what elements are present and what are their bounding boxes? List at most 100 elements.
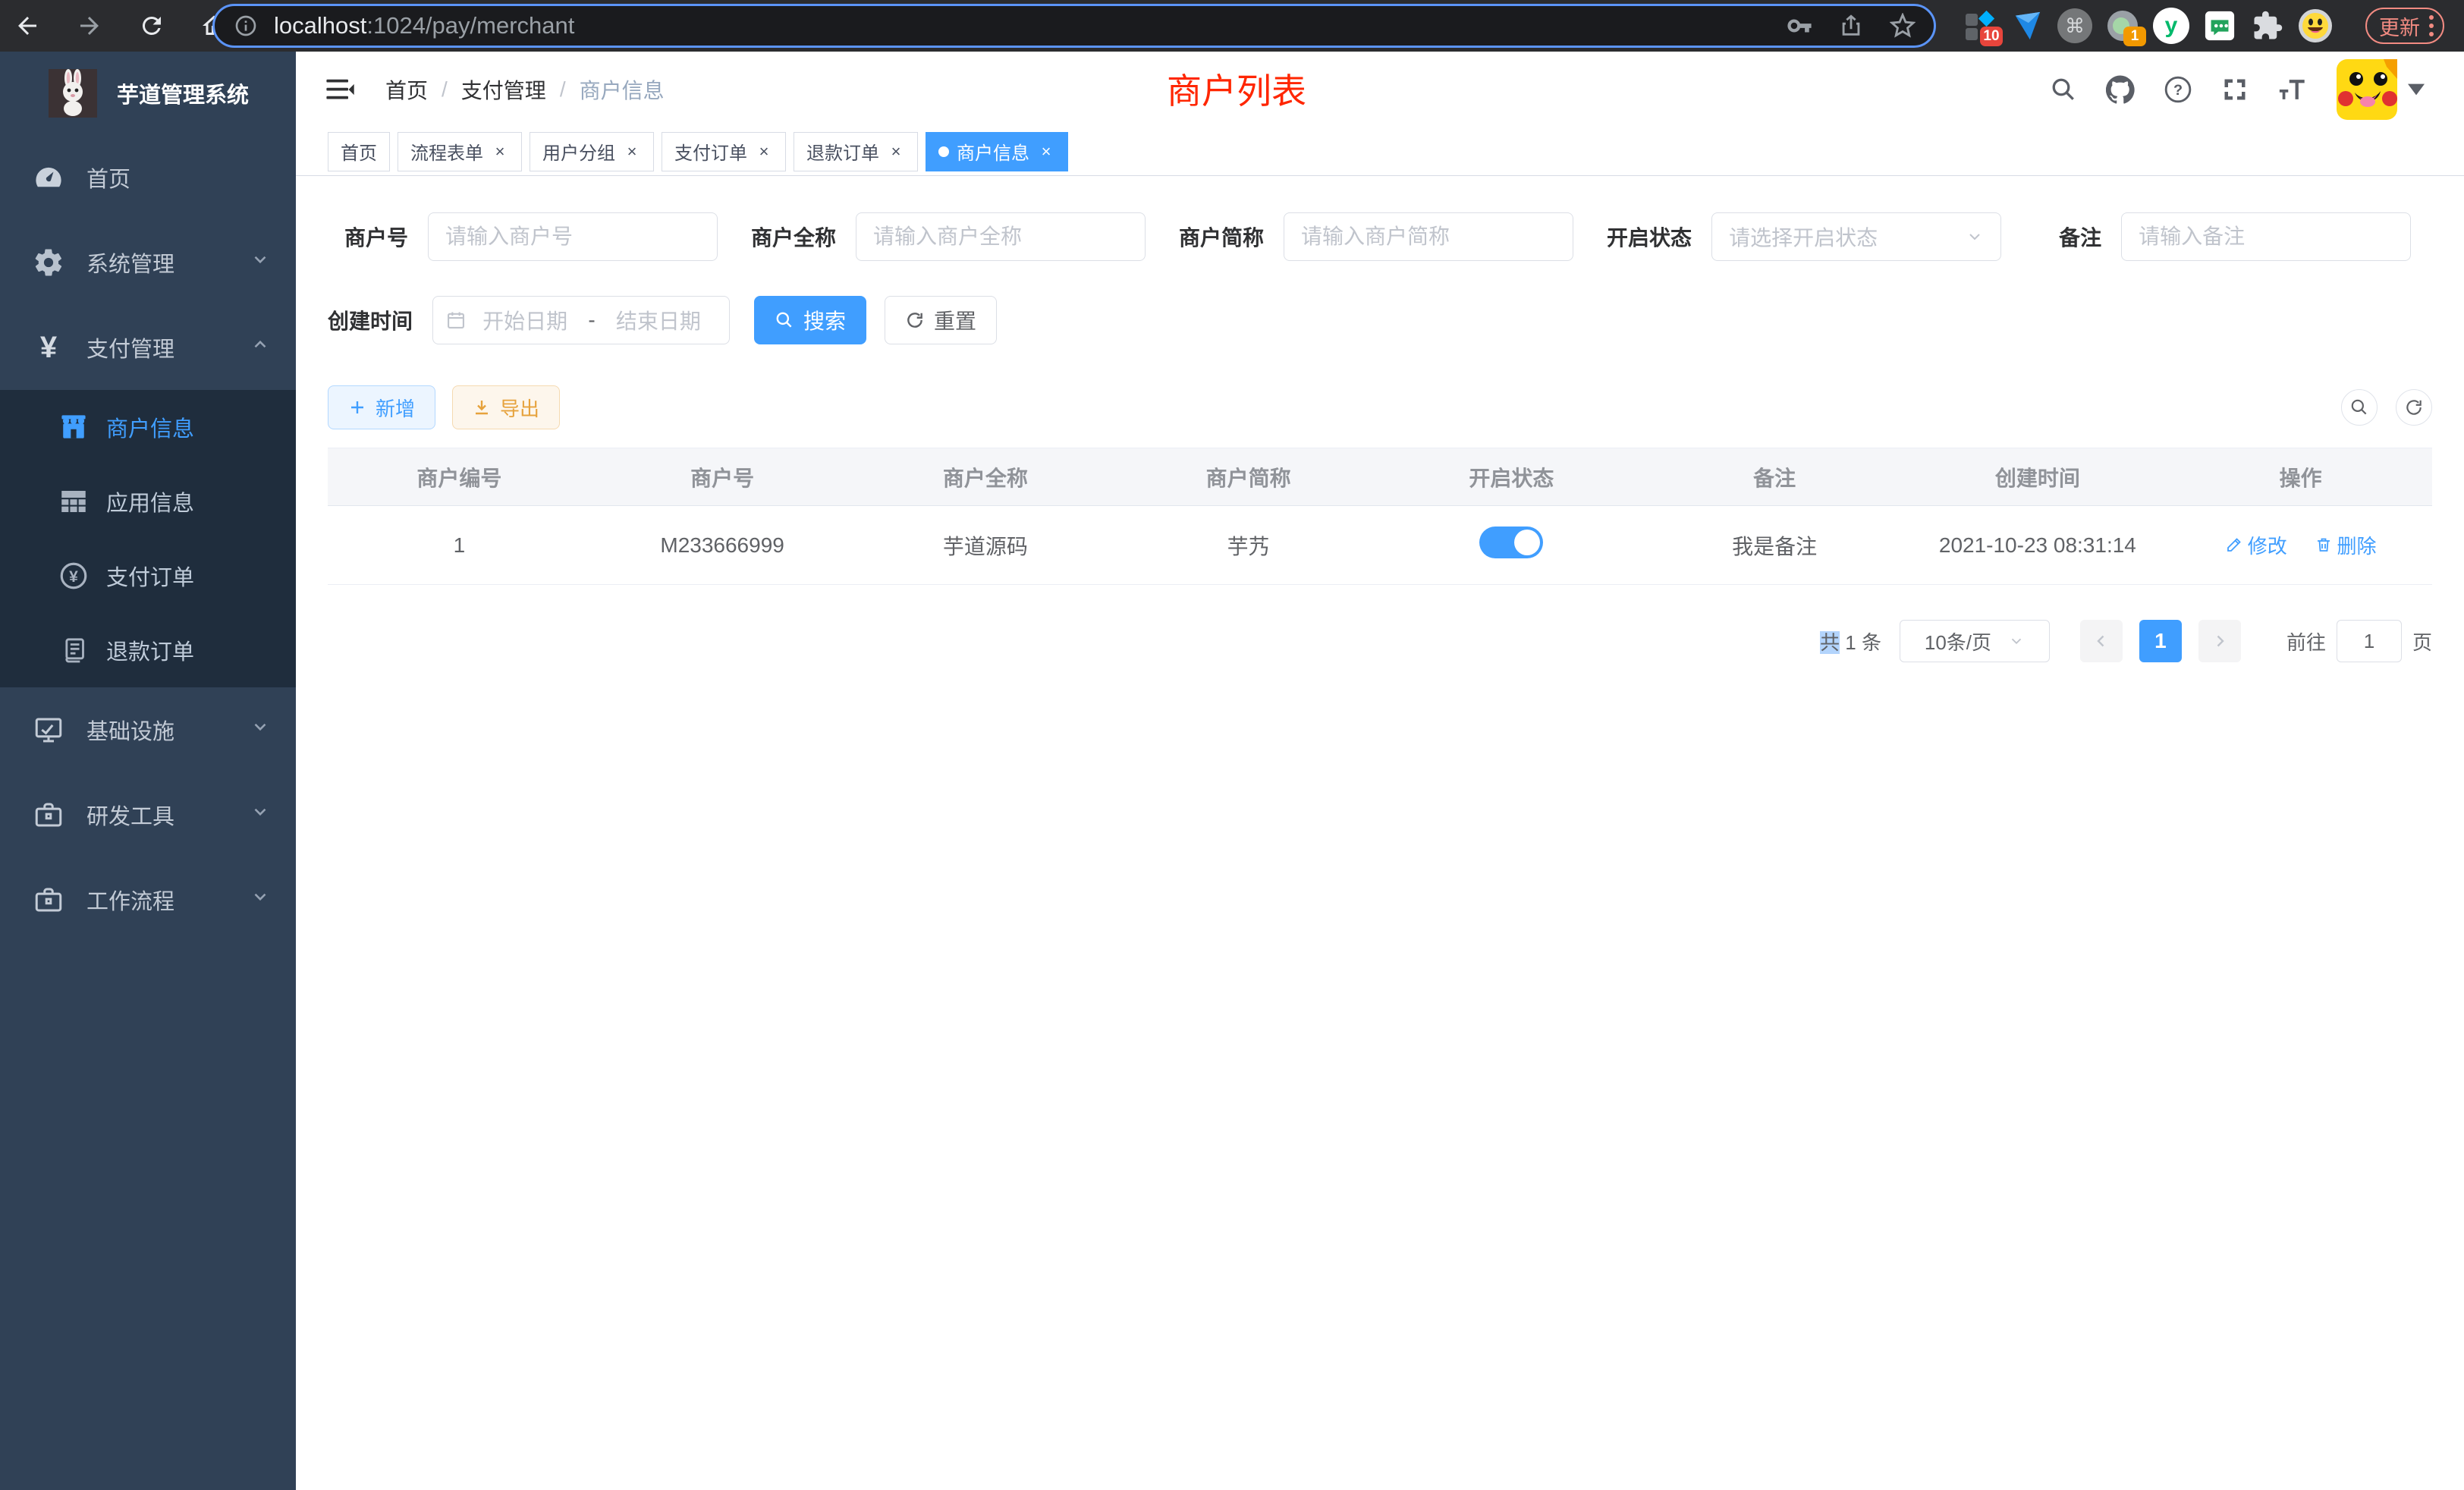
- merchant-fullname-label: 商户全称: [751, 222, 836, 252]
- add-button[interactable]: 新增: [328, 385, 435, 429]
- search-icon: [775, 310, 794, 330]
- bookmark-star-icon[interactable]: [1890, 13, 1916, 39]
- tag-pay-order[interactable]: 支付订单×: [662, 132, 786, 171]
- sidebar-logo[interactable]: 芋道管理系统: [0, 52, 296, 135]
- github-icon[interactable]: [2106, 75, 2135, 104]
- tag-process-form[interactable]: 流程表单×: [398, 132, 522, 171]
- cell-full-name: 芋道源码: [854, 506, 1117, 585]
- date-range-picker[interactable]: 开始日期 - 结束日期: [432, 296, 730, 344]
- url-bar[interactable]: localhost:1024/pay/merchant: [212, 4, 1936, 48]
- main-panel: 首页 / 支付管理 / 商户信息 商户列表 ?: [296, 52, 2464, 1490]
- merchant-table: 商户编号 商户号 商户全称 商户简称 开启状态 备注 创建时间 操作 1 M23…: [328, 448, 2432, 585]
- header-search-icon[interactable]: [2050, 76, 2077, 103]
- page-1-button[interactable]: 1: [2139, 620, 2182, 662]
- extension-avatar-icon[interactable]: 1: [2105, 8, 2140, 43]
- tag-home[interactable]: 首页: [328, 132, 390, 171]
- caret-down-icon: [2408, 83, 2425, 96]
- search-button[interactable]: 搜索: [754, 296, 866, 344]
- next-page-button[interactable]: [2198, 620, 2241, 662]
- table-toolbar: 新增 导出: [328, 385, 2432, 429]
- sidebar-item-dev-tools[interactable]: 研发工具: [0, 772, 296, 857]
- sidebar-item-merchant-info[interactable]: 商户信息: [0, 390, 296, 464]
- merchant-fullname-input[interactable]: [856, 212, 1146, 261]
- document-icon: [56, 635, 91, 665]
- col-status: 开启状态: [1380, 448, 1643, 506]
- toggle-search-button[interactable]: [2341, 389, 2378, 426]
- close-icon[interactable]: ×: [887, 142, 905, 162]
- merchant-shortname-input[interactable]: [1284, 212, 1573, 261]
- close-icon[interactable]: ×: [755, 142, 773, 162]
- profile-emoji-icon[interactable]: [2298, 8, 2333, 43]
- prev-page-button[interactable]: [2080, 620, 2123, 662]
- close-icon[interactable]: ×: [623, 142, 641, 162]
- export-button[interactable]: 导出: [452, 385, 560, 429]
- merchant-no-input[interactable]: [428, 212, 718, 261]
- refresh-table-button[interactable]: [2396, 389, 2432, 426]
- plus-icon: [348, 398, 366, 417]
- sidebar-item-workflow[interactable]: 工作流程: [0, 857, 296, 942]
- close-icon[interactable]: ×: [1037, 142, 1055, 162]
- browser-reload-icon[interactable]: [137, 11, 167, 41]
- table-row: 1 M233666999 芋道源码 芋艿 我是备注 2021-10-23 08:…: [328, 506, 2432, 585]
- extension-chat-icon[interactable]: [2202, 8, 2237, 43]
- reset-button[interactable]: 重置: [885, 296, 997, 344]
- extensions-puzzle-icon[interactable]: [2250, 8, 2285, 43]
- tag-refund-order[interactable]: 退款订单×: [794, 132, 918, 171]
- chevron-left-icon: [2092, 632, 2110, 650]
- browser-menu-icon[interactable]: [2429, 15, 2434, 36]
- cell-merchant-no: M233666999: [591, 506, 854, 585]
- breadcrumb-pay[interactable]: 支付管理: [461, 74, 546, 105]
- breadcrumb-home[interactable]: 首页: [385, 74, 428, 105]
- col-full-name: 商户全称: [854, 448, 1117, 506]
- font-size-icon[interactable]: [2277, 75, 2308, 104]
- edit-icon: [2225, 536, 2243, 554]
- extension-cmd-icon[interactable]: ⌘: [2057, 8, 2092, 43]
- sidebar-item-app-info[interactable]: 应用信息: [0, 464, 296, 539]
- tag-user-group[interactable]: 用户分组×: [530, 132, 654, 171]
- browser-update-button[interactable]: 更新: [2365, 8, 2444, 44]
- status-select[interactable]: 请选择开启状态: [1711, 212, 2001, 261]
- sidebar-item-system[interactable]: 系统管理: [0, 220, 296, 305]
- browser-toolbar: localhost:1024/pay/merchant 10 ⌘ 1: [0, 0, 2464, 52]
- chevron-down-icon: [250, 250, 270, 275]
- browser-forward-icon[interactable]: [74, 11, 105, 41]
- page-size-select[interactable]: 10条/页: [1900, 620, 2050, 662]
- password-key-icon[interactable]: [1787, 13, 1812, 39]
- pagination-goto: 前往 页: [2286, 620, 2432, 662]
- goto-page-input[interactable]: [2337, 620, 2402, 662]
- tag-merchant-info[interactable]: 商户信息×: [926, 132, 1068, 171]
- pagination-total: 共 1 条: [1820, 627, 1881, 655]
- edit-link[interactable]: 修改: [2225, 531, 2287, 559]
- extensions-row: 10 ⌘ 1 y: [1962, 0, 2333, 52]
- trash-icon: [2315, 536, 2333, 554]
- user-avatar[interactable]: [2337, 59, 2425, 120]
- sidebar-collapse-icon[interactable]: [323, 73, 357, 106]
- close-icon[interactable]: ×: [491, 142, 509, 162]
- delete-link[interactable]: 删除: [2315, 531, 2377, 559]
- extension-blocks-icon[interactable]: 10: [1962, 8, 1997, 43]
- merchant-shortname-label: 商户简称: [1179, 222, 1264, 252]
- extension-kite-icon[interactable]: [2010, 8, 2044, 43]
- share-icon[interactable]: [1838, 13, 1864, 39]
- remark-input[interactable]: [2121, 212, 2411, 261]
- chevron-down-icon: [1966, 228, 1984, 246]
- svg-text:?: ?: [2173, 82, 2183, 99]
- sidebar-item-infra[interactable]: 基础设施: [0, 687, 296, 772]
- sidebar-item-pay-order[interactable]: ¥ 支付订单: [0, 539, 296, 613]
- sidebar-item-pay[interactable]: ¥ 支付管理: [0, 305, 296, 390]
- site-info-icon[interactable]: [233, 13, 259, 39]
- update-label: 更新: [2379, 11, 2420, 41]
- col-merchant-no: 商户号: [591, 448, 854, 506]
- status-toggle[interactable]: [1479, 527, 1543, 558]
- help-icon[interactable]: ?: [2164, 75, 2192, 104]
- sidebar-item-refund-order[interactable]: 退款订单: [0, 613, 296, 687]
- browser-back-icon[interactable]: [12, 11, 42, 41]
- cell-create-time: 2021-10-23 08:31:14: [1906, 506, 2170, 585]
- chevron-down-icon: [250, 887, 270, 913]
- cell-status: [1380, 506, 1643, 585]
- download-icon: [473, 398, 491, 417]
- extension-yuque-icon[interactable]: y: [2153, 8, 2189, 44]
- sidebar-item-home[interactable]: 首页: [0, 135, 296, 220]
- sidebar: 芋道管理系统 首页 系统管理 ¥ 支付管理 商户信息: [0, 52, 296, 1490]
- fullscreen-icon[interactable]: [2221, 76, 2249, 103]
